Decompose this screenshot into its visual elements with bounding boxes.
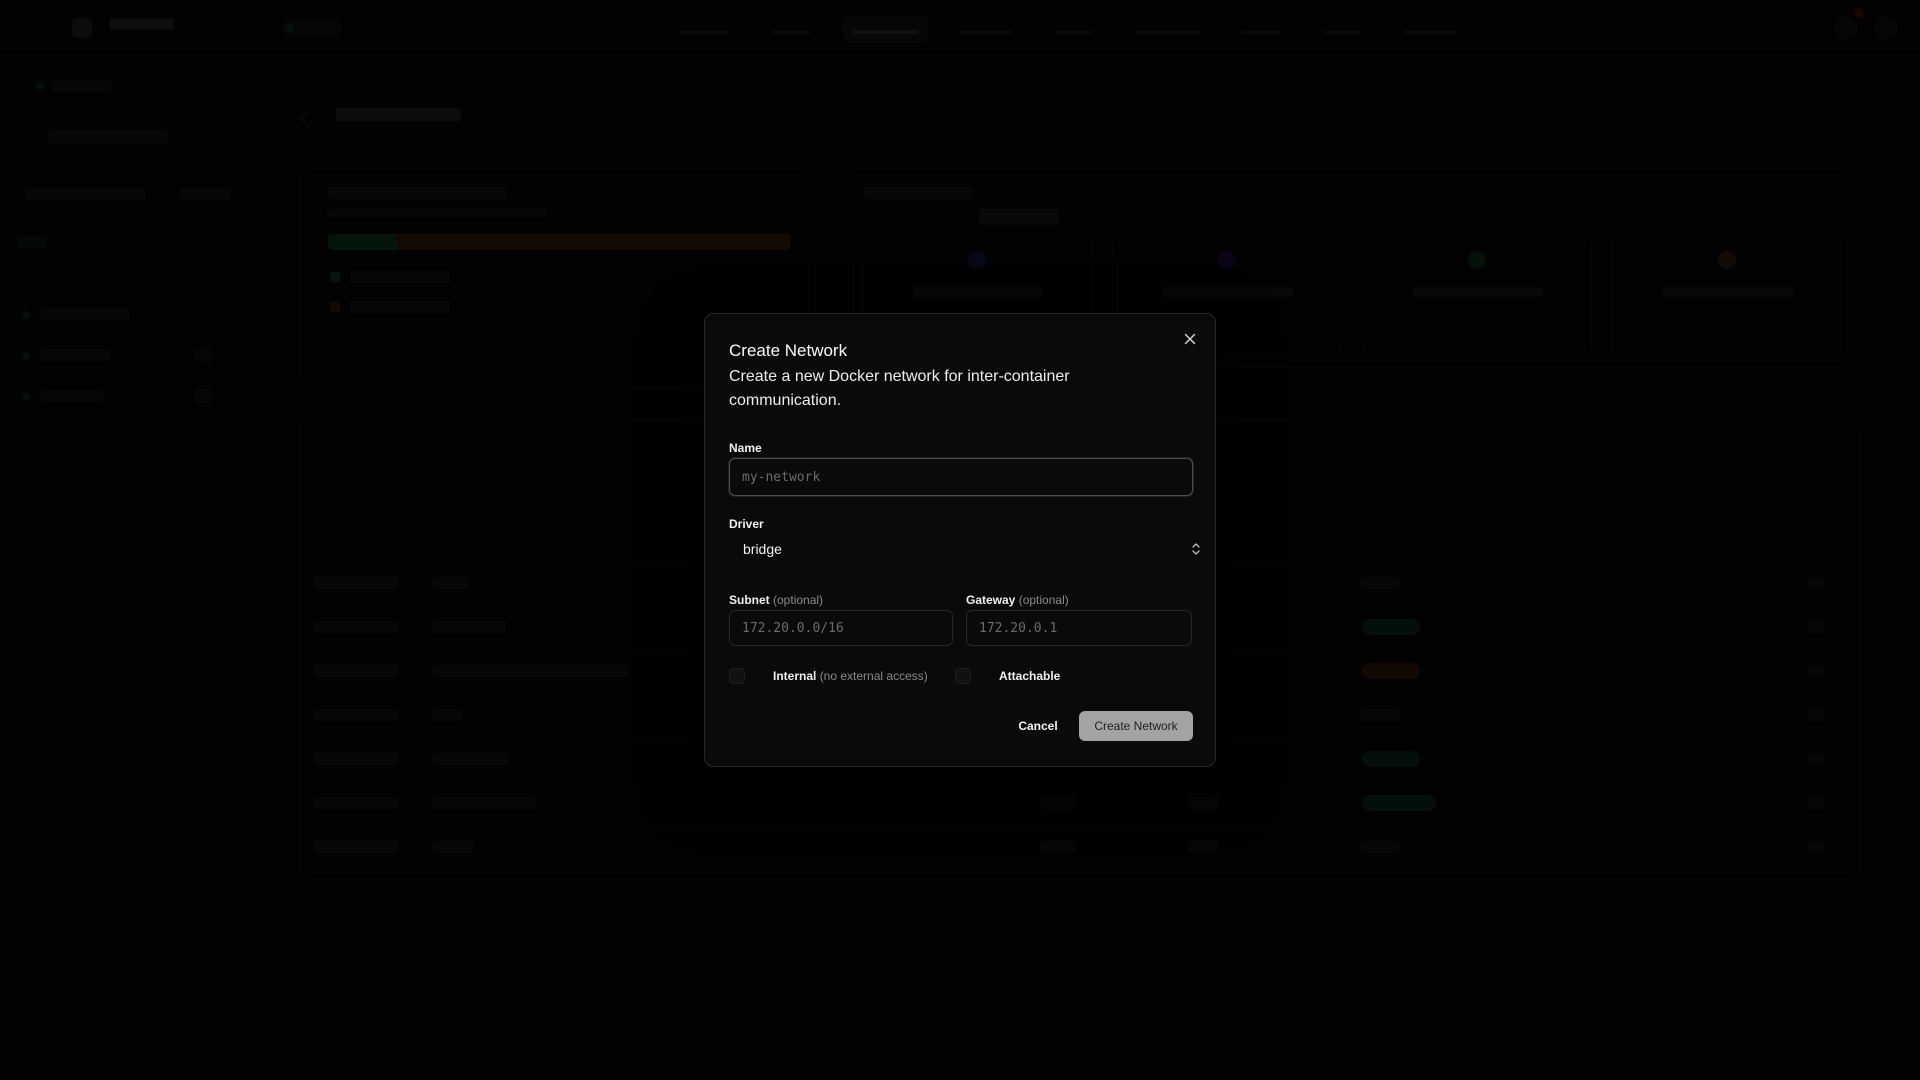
subnet-label: Subnet (optional) bbox=[729, 593, 823, 607]
subnet-input[interactable] bbox=[729, 610, 953, 646]
attachable-checkbox[interactable] bbox=[955, 668, 971, 684]
driver-label: Driver bbox=[729, 517, 764, 531]
internal-hint: (no external access) bbox=[819, 669, 928, 683]
internal-label-text: Internal bbox=[773, 669, 817, 683]
dialog-title: Create Network bbox=[729, 341, 848, 360]
gateway-label-text: Gateway bbox=[966, 593, 1016, 607]
create-network-dialog: Create Network Create a new Docker netwo… bbox=[704, 313, 1216, 767]
subnet-optional-hint: (optional) bbox=[773, 593, 824, 607]
name-input[interactable] bbox=[729, 458, 1193, 496]
create-network-button[interactable]: Create Network bbox=[1079, 711, 1193, 741]
gateway-label: Gateway (optional) bbox=[966, 593, 1069, 607]
name-label: Name bbox=[729, 441, 762, 455]
chevron-up-down-icon bbox=[1192, 543, 1200, 555]
subnet-label-text: Subnet bbox=[729, 593, 770, 607]
dialog-description: Create a new Docker network for inter-co… bbox=[729, 368, 1070, 409]
gateway-input[interactable] bbox=[966, 610, 1192, 646]
cancel-button[interactable]: Cancel bbox=[1006, 711, 1070, 741]
internal-checkbox[interactable] bbox=[729, 668, 745, 684]
driver-select-value: bridge bbox=[743, 541, 782, 557]
driver-select[interactable]: bridge bbox=[729, 532, 1217, 566]
attachable-label: Attachable bbox=[999, 669, 1061, 683]
close-icon bbox=[1184, 333, 1196, 345]
internal-label: Internal (no external access) bbox=[773, 669, 928, 683]
close-button[interactable] bbox=[1179, 328, 1201, 350]
gateway-optional-hint: (optional) bbox=[1018, 593, 1069, 607]
